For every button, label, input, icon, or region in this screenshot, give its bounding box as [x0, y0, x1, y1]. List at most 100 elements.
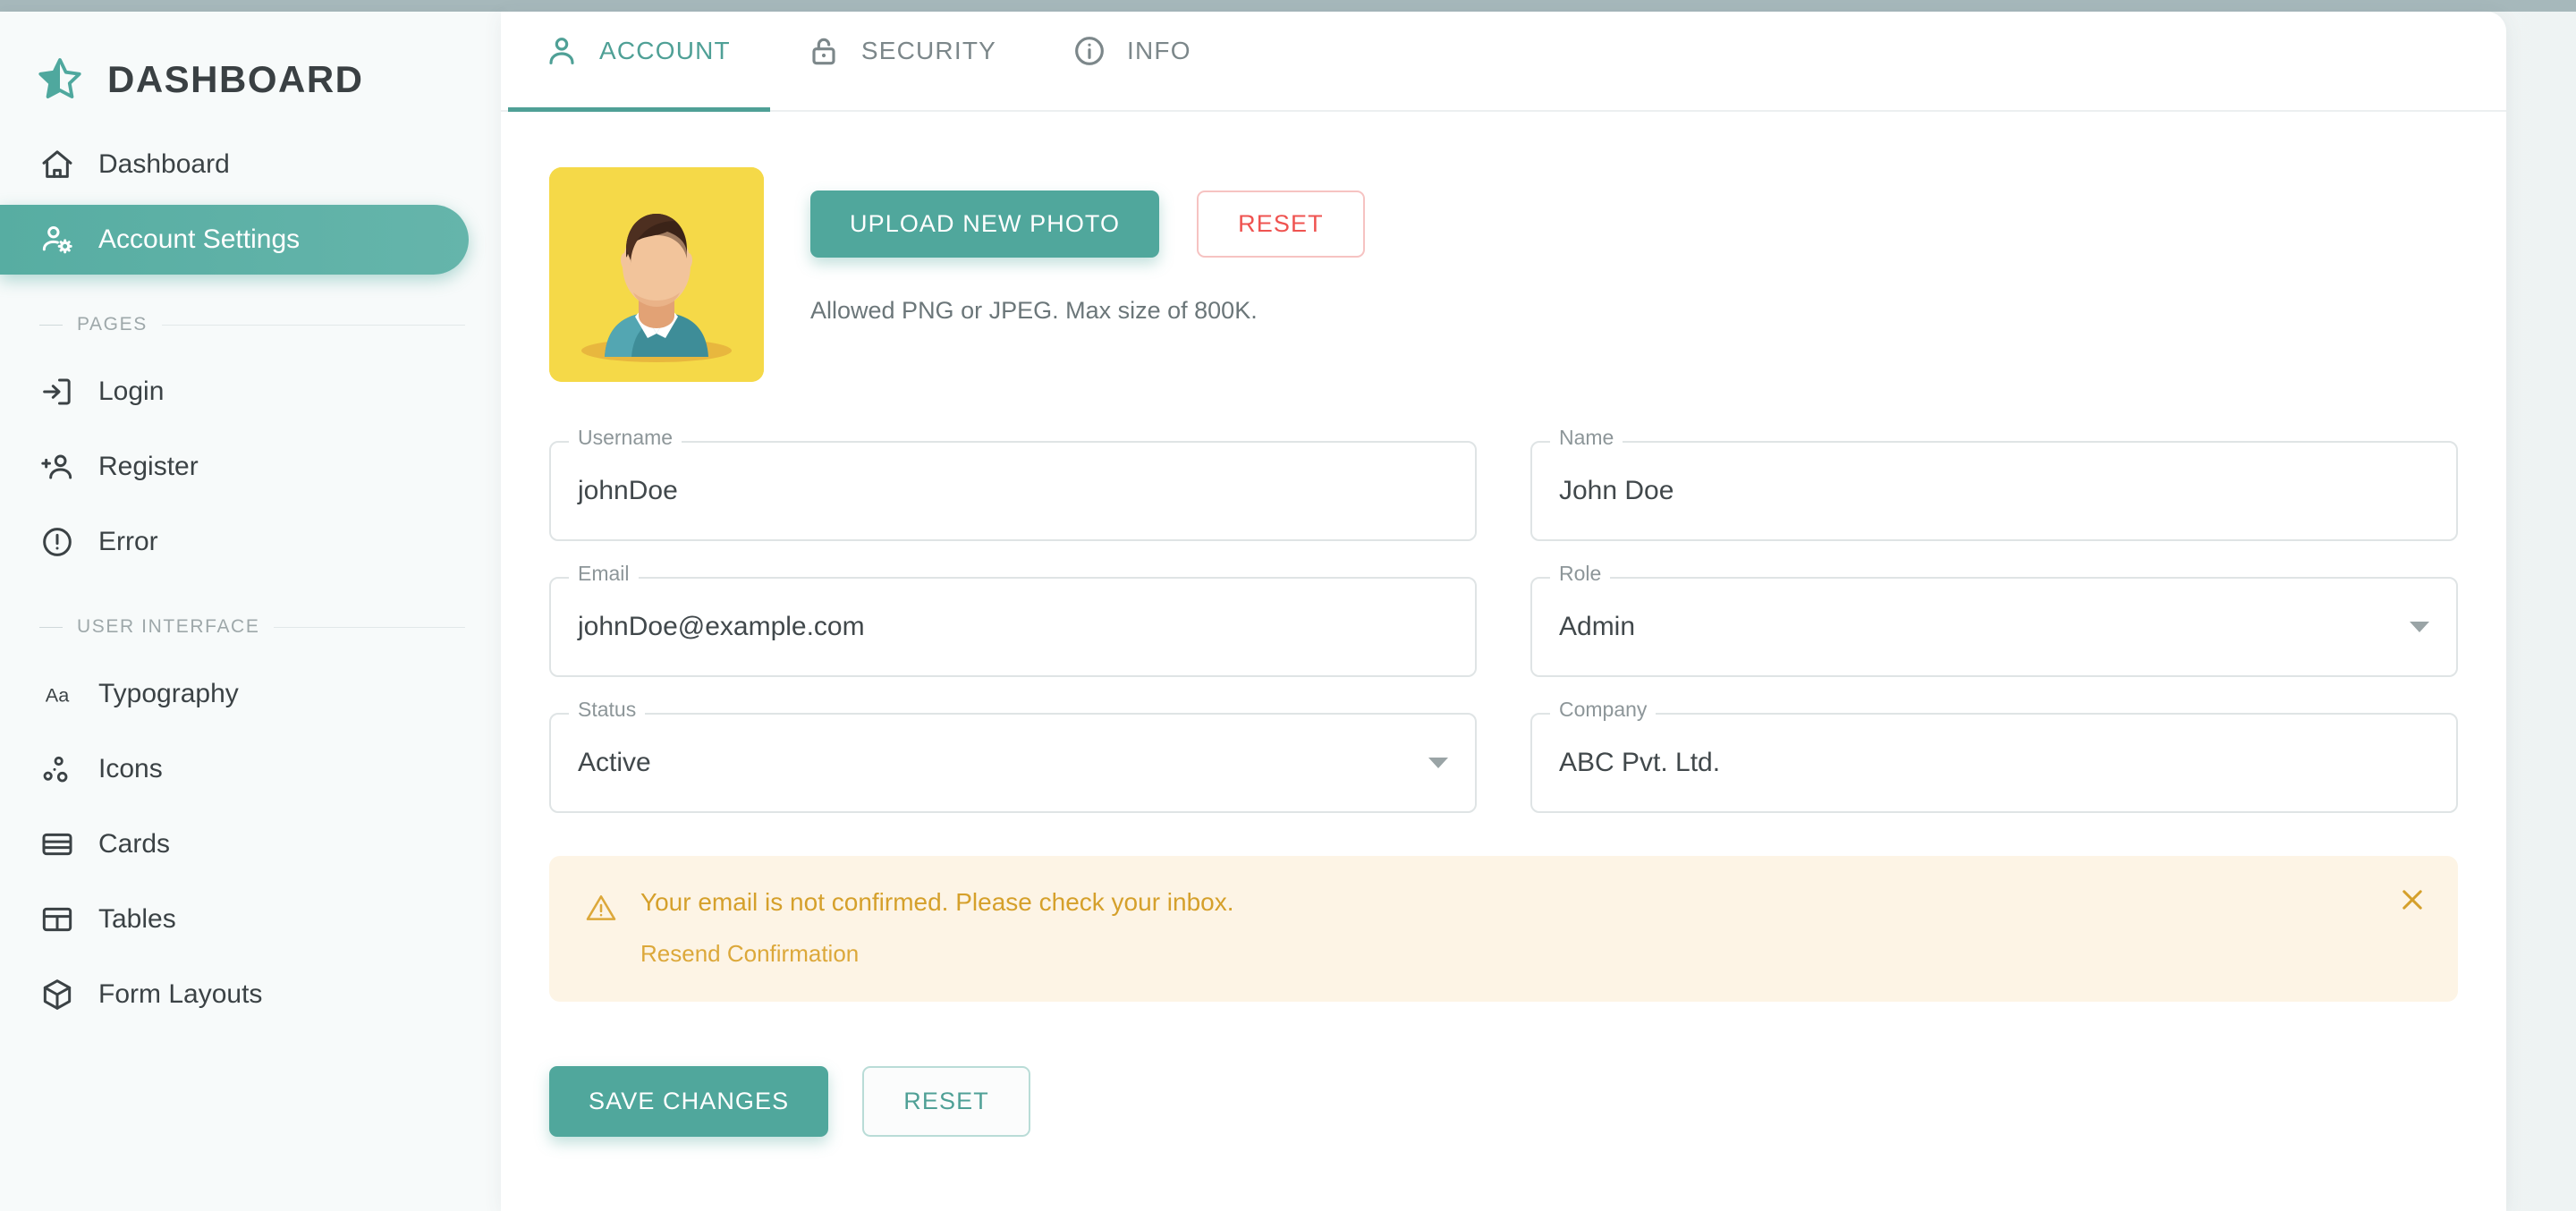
sidebar-item-label: Icons: [98, 754, 163, 783]
sidebar-item-account-settings[interactable]: Account Settings: [0, 205, 469, 275]
field-value: ABC Pvt. Ltd.: [1559, 748, 1721, 777]
field-status: Status Active: [549, 699, 1477, 813]
avatar-button-row: UPLOAD NEW PHOTO RESET: [810, 191, 1365, 258]
resend-confirmation-link[interactable]: Resend Confirmation: [640, 940, 859, 968]
avatar-section: UPLOAD NEW PHOTO RESET Allowed PNG or JP…: [549, 167, 2458, 382]
sidebar-item-icons[interactable]: Icons: [0, 734, 469, 804]
sidebar-item-label: Dashboard: [98, 149, 230, 179]
tab-label: ACCOUNT: [599, 37, 731, 64]
warning-triangle-icon: [585, 892, 617, 924]
tab-info[interactable]: INFO: [1036, 12, 1231, 110]
form-layouts-icon: [39, 977, 75, 1012]
alert-body: Your email is not confirmed. Please chec…: [640, 888, 1234, 968]
svg-text:Aa: Aa: [46, 683, 70, 706]
tables-icon: [39, 902, 75, 937]
sidebar-item-error[interactable]: Error: [0, 507, 469, 577]
sidebar-item-form-layouts[interactable]: Form Layouts: [0, 960, 469, 1029]
field-value: John Doe: [1559, 476, 1674, 505]
tab-label: SECURITY: [860, 37, 997, 64]
home-icon: [39, 147, 75, 182]
field-username: Username johnDoe: [549, 428, 1477, 541]
save-changes-button[interactable]: SAVE CHANGES: [549, 1066, 829, 1138]
field-name: Name John Doe: [1530, 428, 2458, 541]
tab-label: INFO: [1127, 37, 1191, 64]
sidebar-item-label: Cards: [98, 829, 171, 859]
register-icon: [39, 449, 75, 485]
tab-security[interactable]: SECURITY: [770, 12, 1036, 110]
section-rule: [274, 626, 465, 628]
sidebar-section-pages: PAGES: [0, 307, 501, 343]
email-confirmation-alert: Your email is not confirmed. Please chec…: [549, 856, 2458, 1003]
sidebar-section-user-interface: USER INTERFACE: [0, 609, 501, 645]
sidebar-item-cards[interactable]: Cards: [0, 809, 469, 879]
email-input[interactable]: johnDoe@example.com: [549, 577, 1477, 677]
avatar[interactable]: [549, 167, 764, 382]
field-role: Role Admin: [1530, 563, 2458, 677]
field-value: Active: [578, 748, 651, 777]
browser-top-strip: [0, 0, 2576, 12]
star-icon: [36, 55, 84, 104]
field-label: Status: [569, 699, 646, 720]
account-settings-icon: [39, 222, 75, 258]
sidebar-item-label: Typography: [98, 679, 239, 708]
alert-message: Your email is not confirmed. Please chec…: [640, 888, 1234, 916]
field-company: Company ABC Pvt. Ltd.: [1530, 699, 2458, 813]
sidebar-item-label: Account Settings: [98, 224, 301, 254]
section-dash: [39, 324, 63, 326]
field-label: Email: [569, 563, 639, 584]
company-input[interactable]: ABC Pvt. Ltd.: [1530, 713, 2458, 813]
sidebar-section-label: PAGES: [77, 314, 148, 335]
sidebar-item-label: Form Layouts: [98, 979, 263, 1009]
avatar-reset-button[interactable]: RESET: [1197, 191, 1365, 258]
sidebar-item-tables[interactable]: Tables: [0, 885, 469, 954]
sidebar-nav: Dashboard Account Settings PAGES Login R…: [0, 130, 501, 1029]
typography-icon: Aa: [39, 676, 75, 712]
username-input[interactable]: johnDoe: [549, 441, 1477, 541]
field-label: Role: [1550, 563, 1611, 584]
chevron-down-icon: [1428, 758, 1448, 768]
sidebar-item-label: Tables: [98, 904, 176, 934]
brand: DASHBOARD: [0, 12, 501, 117]
field-label: Name: [1550, 428, 1623, 448]
sidebar-item-label: Register: [98, 452, 199, 481]
account-form: UPLOAD NEW PHOTO RESET Allowed PNG or JP…: [501, 112, 2506, 1190]
role-select[interactable]: Admin: [1530, 577, 2458, 677]
tab-account[interactable]: ACCOUNT: [508, 12, 770, 112]
brand-title: DASHBOARD: [107, 58, 364, 100]
error-icon: [39, 524, 75, 560]
close-icon[interactable]: [2397, 885, 2428, 915]
section-dash: [39, 626, 63, 628]
section-rule: [161, 324, 465, 326]
sidebar-item-login[interactable]: Login: [0, 357, 469, 427]
field-email: Email johnDoe@example.com: [549, 563, 1477, 677]
upload-hint: Allowed PNG or JPEG. Max size of 800K.: [810, 297, 1258, 324]
field-label: Username: [569, 428, 682, 448]
avatar-actions: UPLOAD NEW PHOTO RESET Allowed PNG or JP…: [810, 167, 1365, 325]
form-grid: Username johnDoe Name John Doe Email joh…: [549, 428, 2458, 813]
upload-new-photo-button[interactable]: UPLOAD NEW PHOTO: [810, 191, 1160, 258]
sidebar-item-dashboard[interactable]: Dashboard: [0, 130, 469, 199]
person-icon: [544, 33, 580, 69]
login-icon: [39, 374, 75, 410]
sidebar-item-label: Error: [98, 527, 158, 556]
sidebar-section-label: USER INTERFACE: [77, 616, 260, 637]
main-card: ACCOUNT SECURITY INFO UPLOAD NEW PHOTO R…: [501, 12, 2506, 1211]
icons-icon: [39, 751, 75, 787]
field-value: Admin: [1559, 612, 1636, 641]
field-value: johnDoe: [578, 476, 678, 505]
form-actions: SAVE CHANGES RESET: [549, 1066, 2458, 1190]
sidebar: DASHBOARD Dashboard Account Settings PAG…: [0, 12, 501, 1211]
sidebar-item-typography[interactable]: Aa Typography: [0, 659, 469, 729]
app-root: DASHBOARD Dashboard Account Settings PAG…: [0, 0, 2576, 1211]
sidebar-item-label: Login: [98, 377, 165, 406]
name-input[interactable]: John Doe: [1530, 441, 2458, 541]
field-label: Company: [1550, 699, 1657, 720]
status-select[interactable]: Active: [549, 713, 1477, 813]
cards-icon: [39, 826, 75, 862]
tab-bar: ACCOUNT SECURITY INFO: [501, 12, 2506, 112]
info-icon: [1072, 33, 1107, 69]
sidebar-item-register[interactable]: Register: [0, 432, 469, 502]
form-reset-button[interactable]: RESET: [862, 1066, 1030, 1138]
field-value: johnDoe@example.com: [578, 612, 865, 641]
chevron-down-icon: [2410, 622, 2429, 632]
